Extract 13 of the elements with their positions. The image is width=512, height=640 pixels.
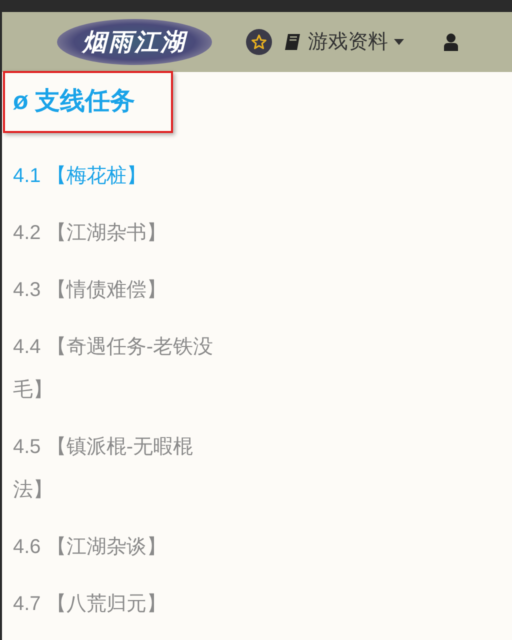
quest-link[interactable]: 4.3 【情债难偿】 <box>13 269 218 312</box>
caret-icon <box>394 39 404 45</box>
quest-link[interactable]: 4.4 【奇遇任务-老铁没毛】 <box>13 326 218 412</box>
user-icon[interactable] <box>444 33 458 51</box>
quest-link[interactable]: 4.5 【镇派棍-无暇棍法】 <box>13 426 218 512</box>
section-title: ø 支线任务 <box>3 71 173 133</box>
quest-link[interactable]: 4.7 【八荒归元】 <box>13 583 218 626</box>
quest-link[interactable]: 4.1 【梅花桩】 <box>13 155 218 198</box>
book-icon <box>284 33 302 51</box>
quest-link[interactable]: 4.6 【江湖杂谈】 <box>13 526 218 569</box>
logo[interactable]: 烟雨江湖 <box>57 19 212 65</box>
game-info-menu[interactable]: 游戏资料 <box>284 27 404 57</box>
quest-link[interactable]: 4.2 【江湖杂书】 <box>13 212 218 255</box>
